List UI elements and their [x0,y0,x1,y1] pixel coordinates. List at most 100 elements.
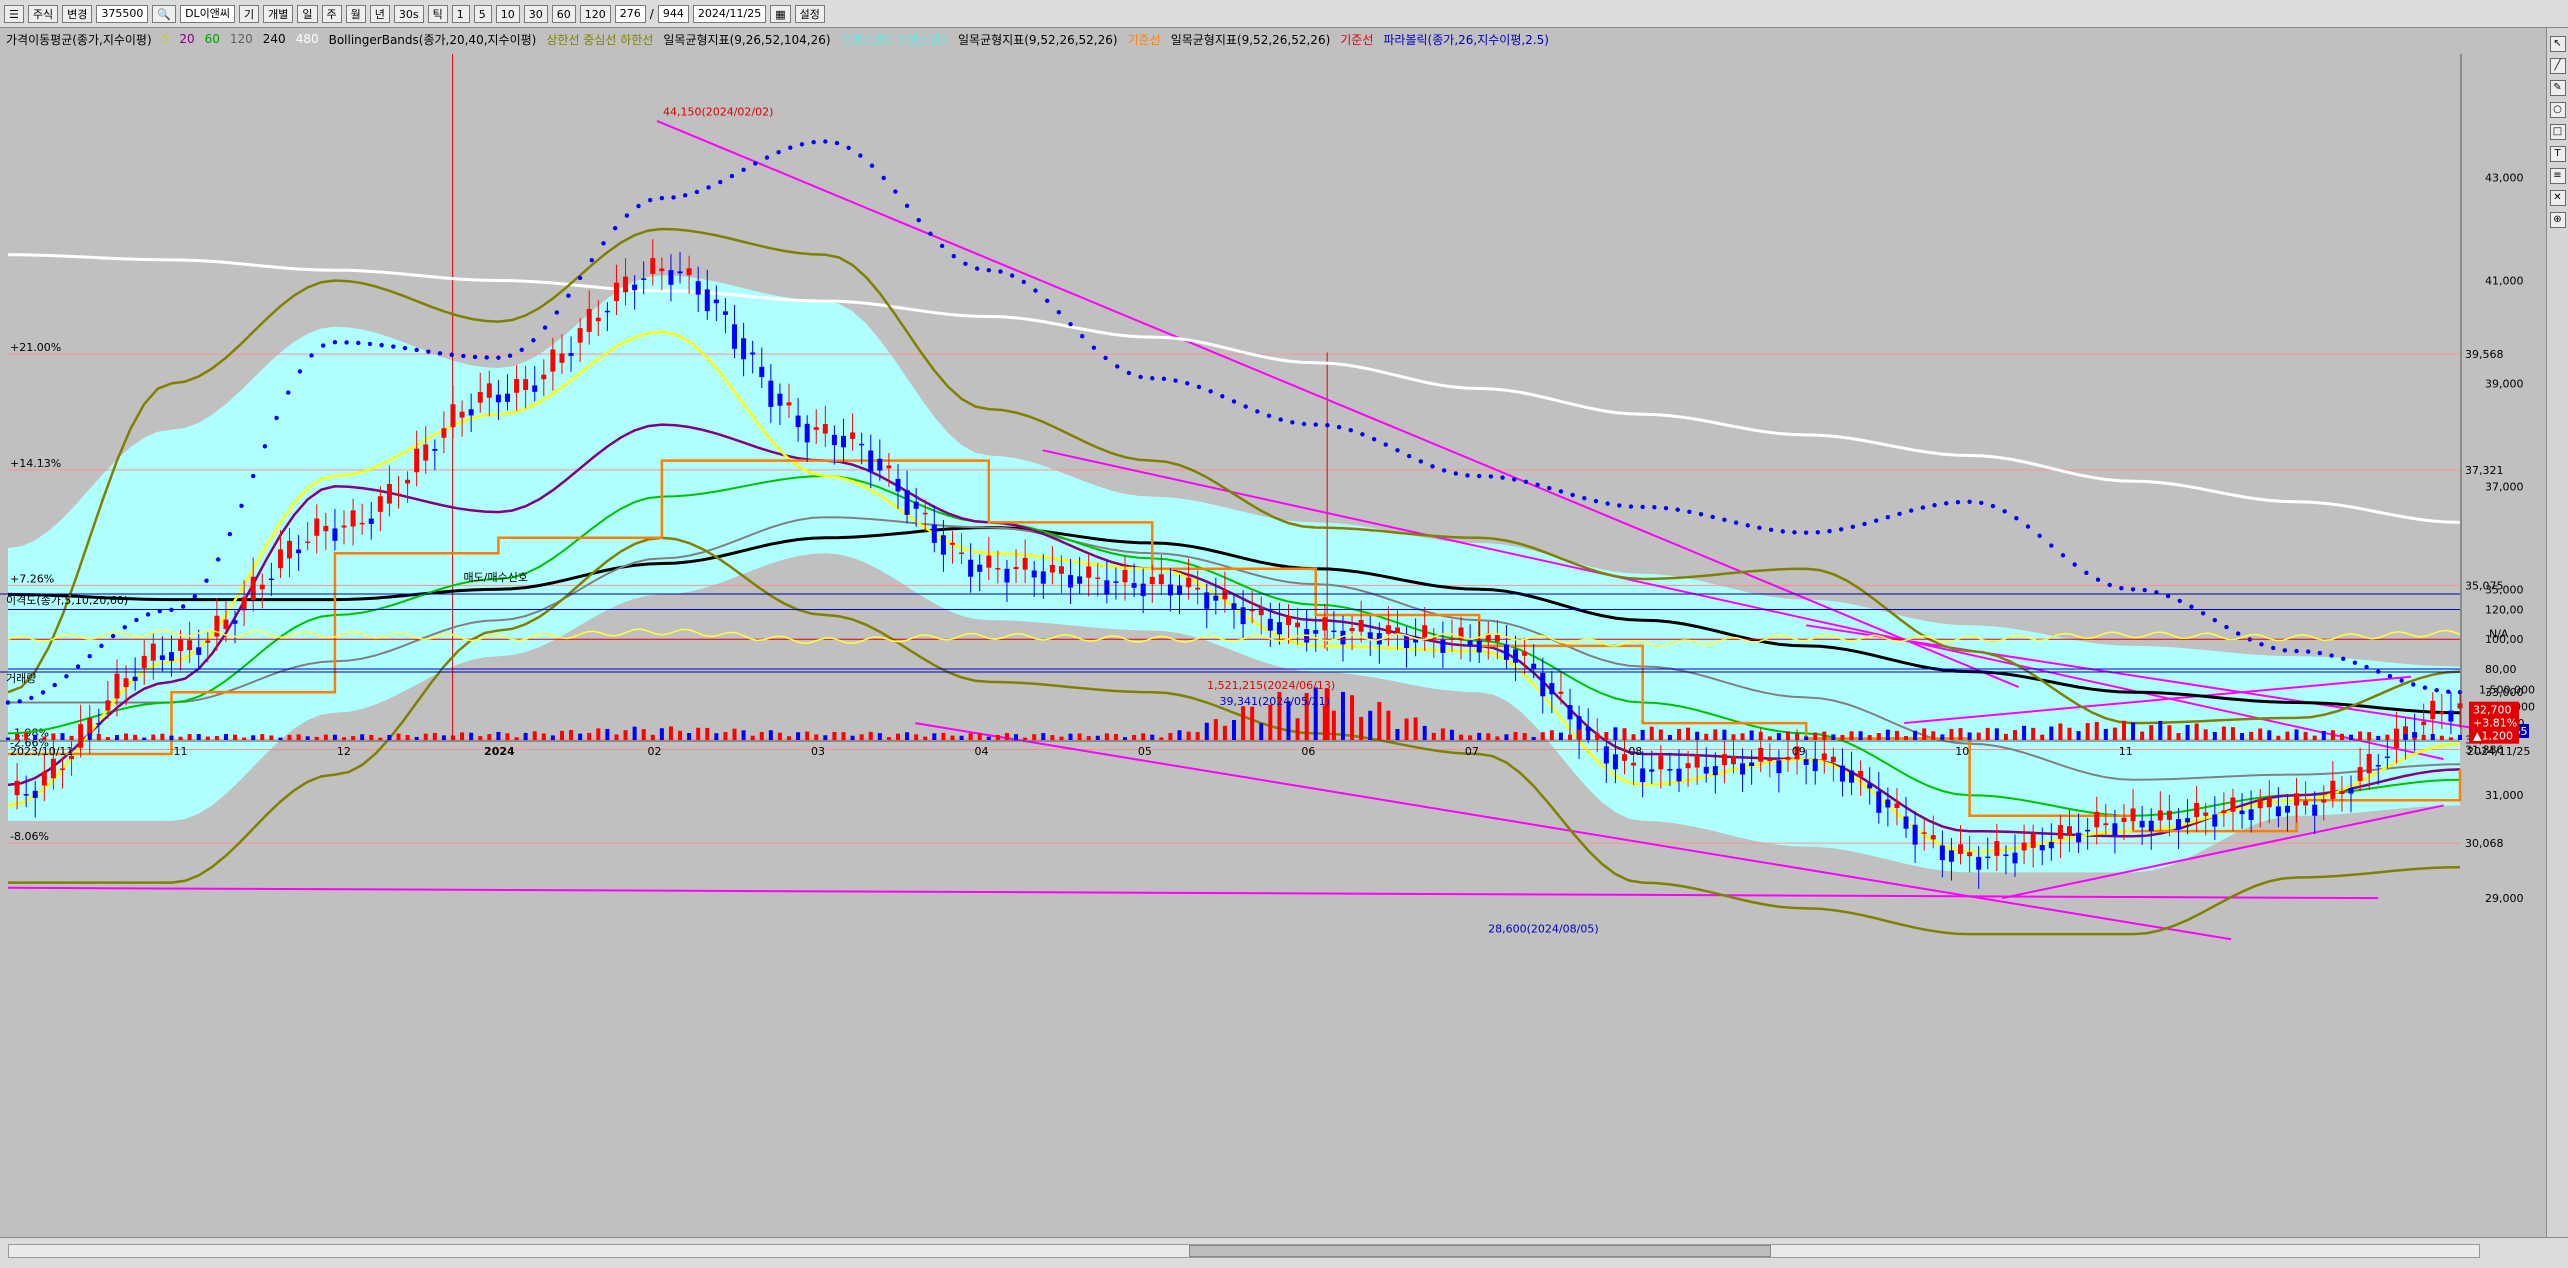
candle-body-40 [368,518,374,524]
minute-10[interactable]: 10 [495,4,520,23]
vol-bar-81 [741,730,746,740]
minute-30[interactable]: 30 [523,4,548,23]
date-input[interactable]: 2024/11/25 [692,4,767,23]
candle-body-24 [223,619,229,629]
sar-dot-65 [764,155,770,160]
vol-bar-153 [1395,728,1400,740]
vol-bar-60 [550,735,555,740]
vol-bar-6 [60,733,65,740]
count-input[interactable]: 276 [614,4,646,23]
total-field[interactable]: 944 [657,4,689,23]
candle-body-229 [2085,829,2091,832]
period-2[interactable]: 개별 [263,4,294,23]
sar-dot-88 [1033,288,1038,293]
search-icon[interactable]: 🔍 [152,4,177,23]
vol-bar-35 [323,734,328,740]
zoom-tool-icon[interactable]: ⊕ [2549,212,2566,228]
minute-120[interactable]: 120 [579,4,611,23]
sar-dot-180 [2107,582,2112,588]
sar-dot-167 [1955,499,1961,505]
vol-bar-20 [187,734,192,740]
candle-body-65 [595,317,601,322]
scroll-thumb[interactable] [1189,1245,1771,1257]
vol-bar-70 [641,729,646,740]
sar-dot-87 [1021,279,1027,285]
rect-tool-icon[interactable]: □ [2549,124,2566,140]
candle-body-256 [2330,780,2336,799]
settings-button[interactable]: 설정 [794,4,825,23]
sar-dot-6 [75,664,81,669]
legend-ma[interactable]: 가격이동평균(종가,지수이평) [6,31,152,48]
sar-dot-179 [2095,577,2101,582]
candle-body-115 [1049,564,1055,573]
menu-icon[interactable]: ☰ [4,4,24,23]
horizontal-scrollbar[interactable] [0,1237,2568,1268]
mode-button[interactable]: 변경 [62,4,93,23]
vol-bar-236 [2149,725,2154,740]
line-tool-icon[interactable]: ╱ [2549,58,2566,74]
candle-body-194 [1767,759,1773,761]
candle-body-178 [1622,754,1628,761]
fib-tool-icon[interactable]: ≡ [2549,168,2566,184]
period-5[interactable]: 월 [345,4,366,23]
sar-dot-33 [391,344,396,349]
sar-dot-38 [449,352,454,357]
sar-dot-172 [2014,516,2019,521]
legend-bollinger[interactable]: BollingerBands(종가,20,40,지수이평) [329,31,537,48]
erase-tool-icon[interactable]: ✕ [2549,190,2566,206]
code-input[interactable]: 375500 [96,4,149,23]
sar-dot-35 [414,347,419,353]
legend-ichimoku-a[interactable]: 일목균형지표(9,26,52,104,26) [663,31,830,48]
vol-bar-160 [1459,734,1464,740]
legend-ma-240: 240 [262,32,286,46]
calendar-icon[interactable]: ▦ [770,4,791,23]
vol-bar-194 [1767,736,1772,740]
cursor-icon[interactable]: ↖ [2549,36,2566,52]
vol-bar-16 [151,734,156,740]
circle-tool-icon[interactable]: ○ [2549,102,2566,118]
period-1[interactable]: 기 [239,4,260,23]
vol-bar-90 [823,735,828,740]
minute-1[interactable]: 1 [451,4,470,23]
vol-bar-195 [1776,733,1781,740]
candle-body-176 [1603,746,1609,764]
vol-bar-24 [223,733,228,740]
period-4[interactable]: 주 [321,4,342,23]
text-tool-icon[interactable]: T [2549,146,2566,162]
vol-bar-89 [814,734,819,740]
sar-dot-76 [893,189,898,194]
price-chart[interactable]: +21.00%39,568+14.13%37,321+7.26%35,075-1… [0,50,2546,1210]
vol-bar-241 [2194,723,2199,740]
vol-bar-64 [587,732,592,740]
vol-bar-61 [559,730,564,740]
period-7[interactable]: 30s [393,4,424,23]
legend-ma-5: 5 [161,32,170,46]
minute-60[interactable]: 60 [551,4,576,23]
candle-body-12 [114,673,120,699]
candle-body-43 [396,493,402,495]
vol-bar-106 [968,733,973,740]
candle-body-206 [1876,791,1882,813]
candle-body-201 [1830,756,1836,763]
period-8[interactable]: 틱 [427,4,448,23]
vol-bar-13 [124,733,129,740]
vol-bar-4 [42,736,47,740]
candle-body-64 [586,308,592,332]
legend-ichimoku-c[interactable]: 일목균형지표(9,52,26,52,26) [1171,31,1331,48]
period-6[interactable]: 년 [369,4,390,23]
scroll-track[interactable] [8,1244,2480,1258]
name-field[interactable]: DL이앤씨 [180,4,236,23]
legend-parabolic[interactable]: 파라볼릭(종가,26,지수이평,2.5) [1383,31,1549,48]
legend-ichimoku-b[interactable]: 일목균형지표(9,52,26,52,26) [958,31,1118,48]
tab-stock[interactable]: 주식 [27,4,59,23]
vol-bar-252 [2294,729,2299,740]
period-3[interactable]: 일 [297,4,318,23]
vol-bar-263 [2394,732,2399,740]
sar-dot-31 [367,341,373,347]
candle-body-158 [1440,638,1446,653]
sar-dot-178 [2084,570,2089,576]
sar-dot-43 [507,353,513,358]
vol-bar-192 [1749,730,1754,740]
minute-5[interactable]: 5 [473,4,492,23]
pen-tool-icon[interactable]: ✎ [2549,80,2566,96]
